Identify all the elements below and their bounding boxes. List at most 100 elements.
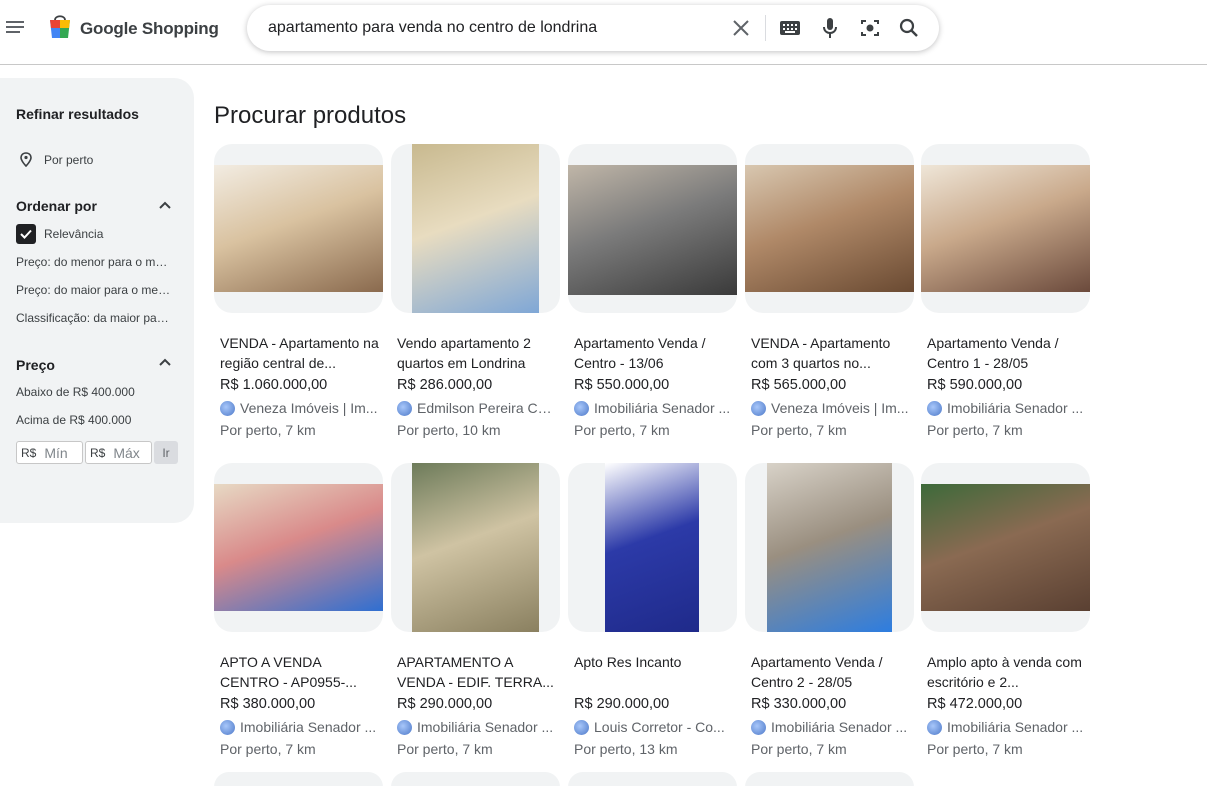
product-image[interactable]	[605, 463, 699, 632]
product-distance: Por perto, 10 km	[397, 422, 501, 438]
sort-option-price-asc[interactable]: Preço: do menor para o maior	[16, 255, 172, 269]
clear-icon[interactable]	[729, 16, 753, 40]
product-card[interactable]: VENDA - Apartamento na região central de…	[214, 144, 383, 444]
product-title[interactable]: APARTAMENTO A VENDA - EDIF. TERRA...	[397, 652, 557, 692]
product-seller: Imobiliária Senador ...	[927, 400, 1087, 416]
product-image-frame[interactable]	[568, 463, 737, 632]
product-title[interactable]: Amplo apto à venda com escritório e 2...	[927, 652, 1087, 692]
price-option-below[interactable]: Abaixo de R$ 400.000	[16, 385, 172, 399]
globe-icon	[927, 401, 942, 416]
product-card[interactable]: Apartamento Venda / Centro 1 - 28/05 R$ 5…	[921, 144, 1090, 444]
product-card-partial[interactable]	[745, 772, 914, 786]
search-input[interactable]: apartamento para venda no centro de lond…	[268, 19, 597, 37]
product-seller: Imobiliária Senador ...	[751, 719, 911, 735]
sort-option-price-desc[interactable]: Preço: do maior para o menor	[16, 283, 172, 297]
chevron-up-icon[interactable]	[158, 355, 172, 369]
product-price: R$ 286.000,00	[397, 377, 493, 393]
product-card[interactable]: Apartamento Venda / Centro 2 - 28/05 R$ 3…	[745, 463, 914, 763]
sort-option-relevance[interactable]: Relevância	[44, 227, 164, 241]
chevron-up-icon[interactable]	[158, 198, 172, 212]
product-card-partial[interactable]	[214, 772, 383, 786]
product-price: R$ 565.000,00	[751, 377, 847, 393]
product-image[interactable]	[214, 484, 383, 611]
product-seller: Veneza Imóveis | Im...	[751, 400, 911, 416]
product-image-frame[interactable]	[568, 144, 737, 313]
search-icon[interactable]	[897, 16, 921, 40]
globe-icon	[927, 720, 942, 735]
product-card[interactable]: Vendo apartamento 2 quartos em Londrina R…	[391, 144, 560, 444]
product-title[interactable]: VENDA - Apartamento com 3 quartos no...	[751, 333, 911, 373]
product-image-frame[interactable]	[391, 463, 560, 632]
product-card[interactable]: APARTAMENTO A VENDA - EDIF. TERRA... R$ 2…	[391, 463, 560, 763]
product-image[interactable]	[767, 463, 892, 632]
min-price-input[interactable]: R$ Mín	[16, 441, 83, 464]
product-title[interactable]: Apto Res Incanto	[574, 652, 734, 692]
product-card-partial[interactable]	[391, 772, 560, 786]
product-image[interactable]	[921, 484, 1090, 611]
product-distance: Por perto, 7 km	[751, 741, 847, 757]
product-price: R$ 290.000,00	[574, 696, 670, 712]
product-image-frame[interactable]	[214, 463, 383, 632]
max-price-input[interactable]: R$ Máx	[85, 441, 152, 464]
product-price: R$ 590.000,00	[927, 377, 1023, 393]
currency-label: R$	[21, 445, 37, 460]
product-distance: Por perto, 13 km	[574, 741, 678, 757]
keyboard-icon[interactable]	[778, 16, 802, 40]
product-image-frame[interactable]	[921, 463, 1090, 632]
product-title[interactable]: Apartamento Venda / Centro - 13/06	[574, 333, 734, 373]
product-image[interactable]	[745, 165, 914, 292]
product-image[interactable]	[568, 165, 737, 295]
product-seller: Imobiliária Senador ...	[574, 400, 734, 416]
product-image[interactable]	[214, 165, 383, 292]
relevance-checkbox[interactable]	[16, 224, 36, 244]
top-bar: Google Shopping apartamento para venda n…	[0, 0, 1207, 65]
product-distance: Por perto, 7 km	[751, 422, 847, 438]
product-title[interactable]: VENDA - Apartamento na região central de…	[220, 333, 380, 373]
product-image[interactable]	[412, 144, 539, 313]
product-card-partial[interactable]	[568, 772, 737, 786]
product-seller: Imobiliária Senador ...	[927, 719, 1087, 735]
product-seller: Veneza Imóveis | Im...	[220, 400, 380, 416]
location-pin-icon	[20, 152, 32, 167]
shopping-bag-logo-icon[interactable]	[48, 12, 72, 40]
product-image[interactable]	[921, 165, 1090, 292]
price-title: Preço	[16, 357, 55, 373]
logo-text[interactable]: Google Shopping	[80, 19, 219, 39]
globe-icon	[397, 720, 412, 735]
product-title[interactable]: Apartamento Venda / Centro 1 - 28/05	[927, 333, 1087, 373]
price-option-above[interactable]: Acima de R$ 400.000	[16, 413, 172, 427]
product-card[interactable]: Apartamento Venda / Centro - 13/06 R$ 550…	[568, 144, 737, 444]
globe-icon	[574, 401, 589, 416]
product-image-frame[interactable]	[745, 463, 914, 632]
product-image-frame[interactable]	[745, 144, 914, 313]
search-box[interactable]: apartamento para venda no centro de lond…	[247, 5, 939, 51]
product-distance: Por perto, 7 km	[220, 741, 316, 757]
product-card[interactable]: Apto Res Incanto R$ 290.000,00 Louis Corre…	[568, 463, 737, 763]
product-price: R$ 380.000,00	[220, 696, 316, 712]
microphone-icon[interactable]	[818, 16, 842, 40]
product-card[interactable]: APTO A VENDA CENTRO - AP0955-... R$ 380.0…	[214, 463, 383, 763]
sort-option-rating[interactable]: Classificação: da maior para a menor	[16, 311, 172, 325]
product-distance: Por perto, 7 km	[927, 741, 1023, 757]
go-button[interactable]: Ir	[154, 441, 178, 464]
camera-lens-icon[interactable]	[858, 16, 882, 40]
product-title[interactable]: APTO A VENDA CENTRO - AP0955-...	[220, 652, 380, 692]
product-image[interactable]	[412, 463, 539, 632]
product-price: R$ 290.000,00	[397, 696, 493, 712]
globe-icon	[751, 401, 766, 416]
globe-icon	[751, 720, 766, 735]
product-card[interactable]: VENDA - Apartamento com 3 quartos no... R…	[745, 144, 914, 444]
nearby-filter[interactable]: Por perto	[44, 153, 200, 167]
product-title[interactable]: Apartamento Venda / Centro 2 - 28/05	[751, 652, 911, 692]
product-image-frame[interactable]	[214, 144, 383, 313]
product-image-frame[interactable]	[391, 144, 560, 313]
checkmark-icon	[20, 229, 32, 239]
product-card[interactable]: Amplo apto à venda com escritório e 2...…	[921, 463, 1090, 763]
filters-sidebar: Refinar resultados Por perto Ordenar por…	[0, 78, 194, 523]
currency-label: R$	[90, 445, 106, 460]
product-image-frame[interactable]	[921, 144, 1090, 313]
menu-icon[interactable]	[6, 18, 28, 38]
product-price: R$ 330.000,00	[751, 696, 847, 712]
product-title[interactable]: Vendo apartamento 2 quartos em Londrina	[397, 333, 557, 373]
product-seller: Edmilson Pereira Co...	[397, 400, 557, 416]
